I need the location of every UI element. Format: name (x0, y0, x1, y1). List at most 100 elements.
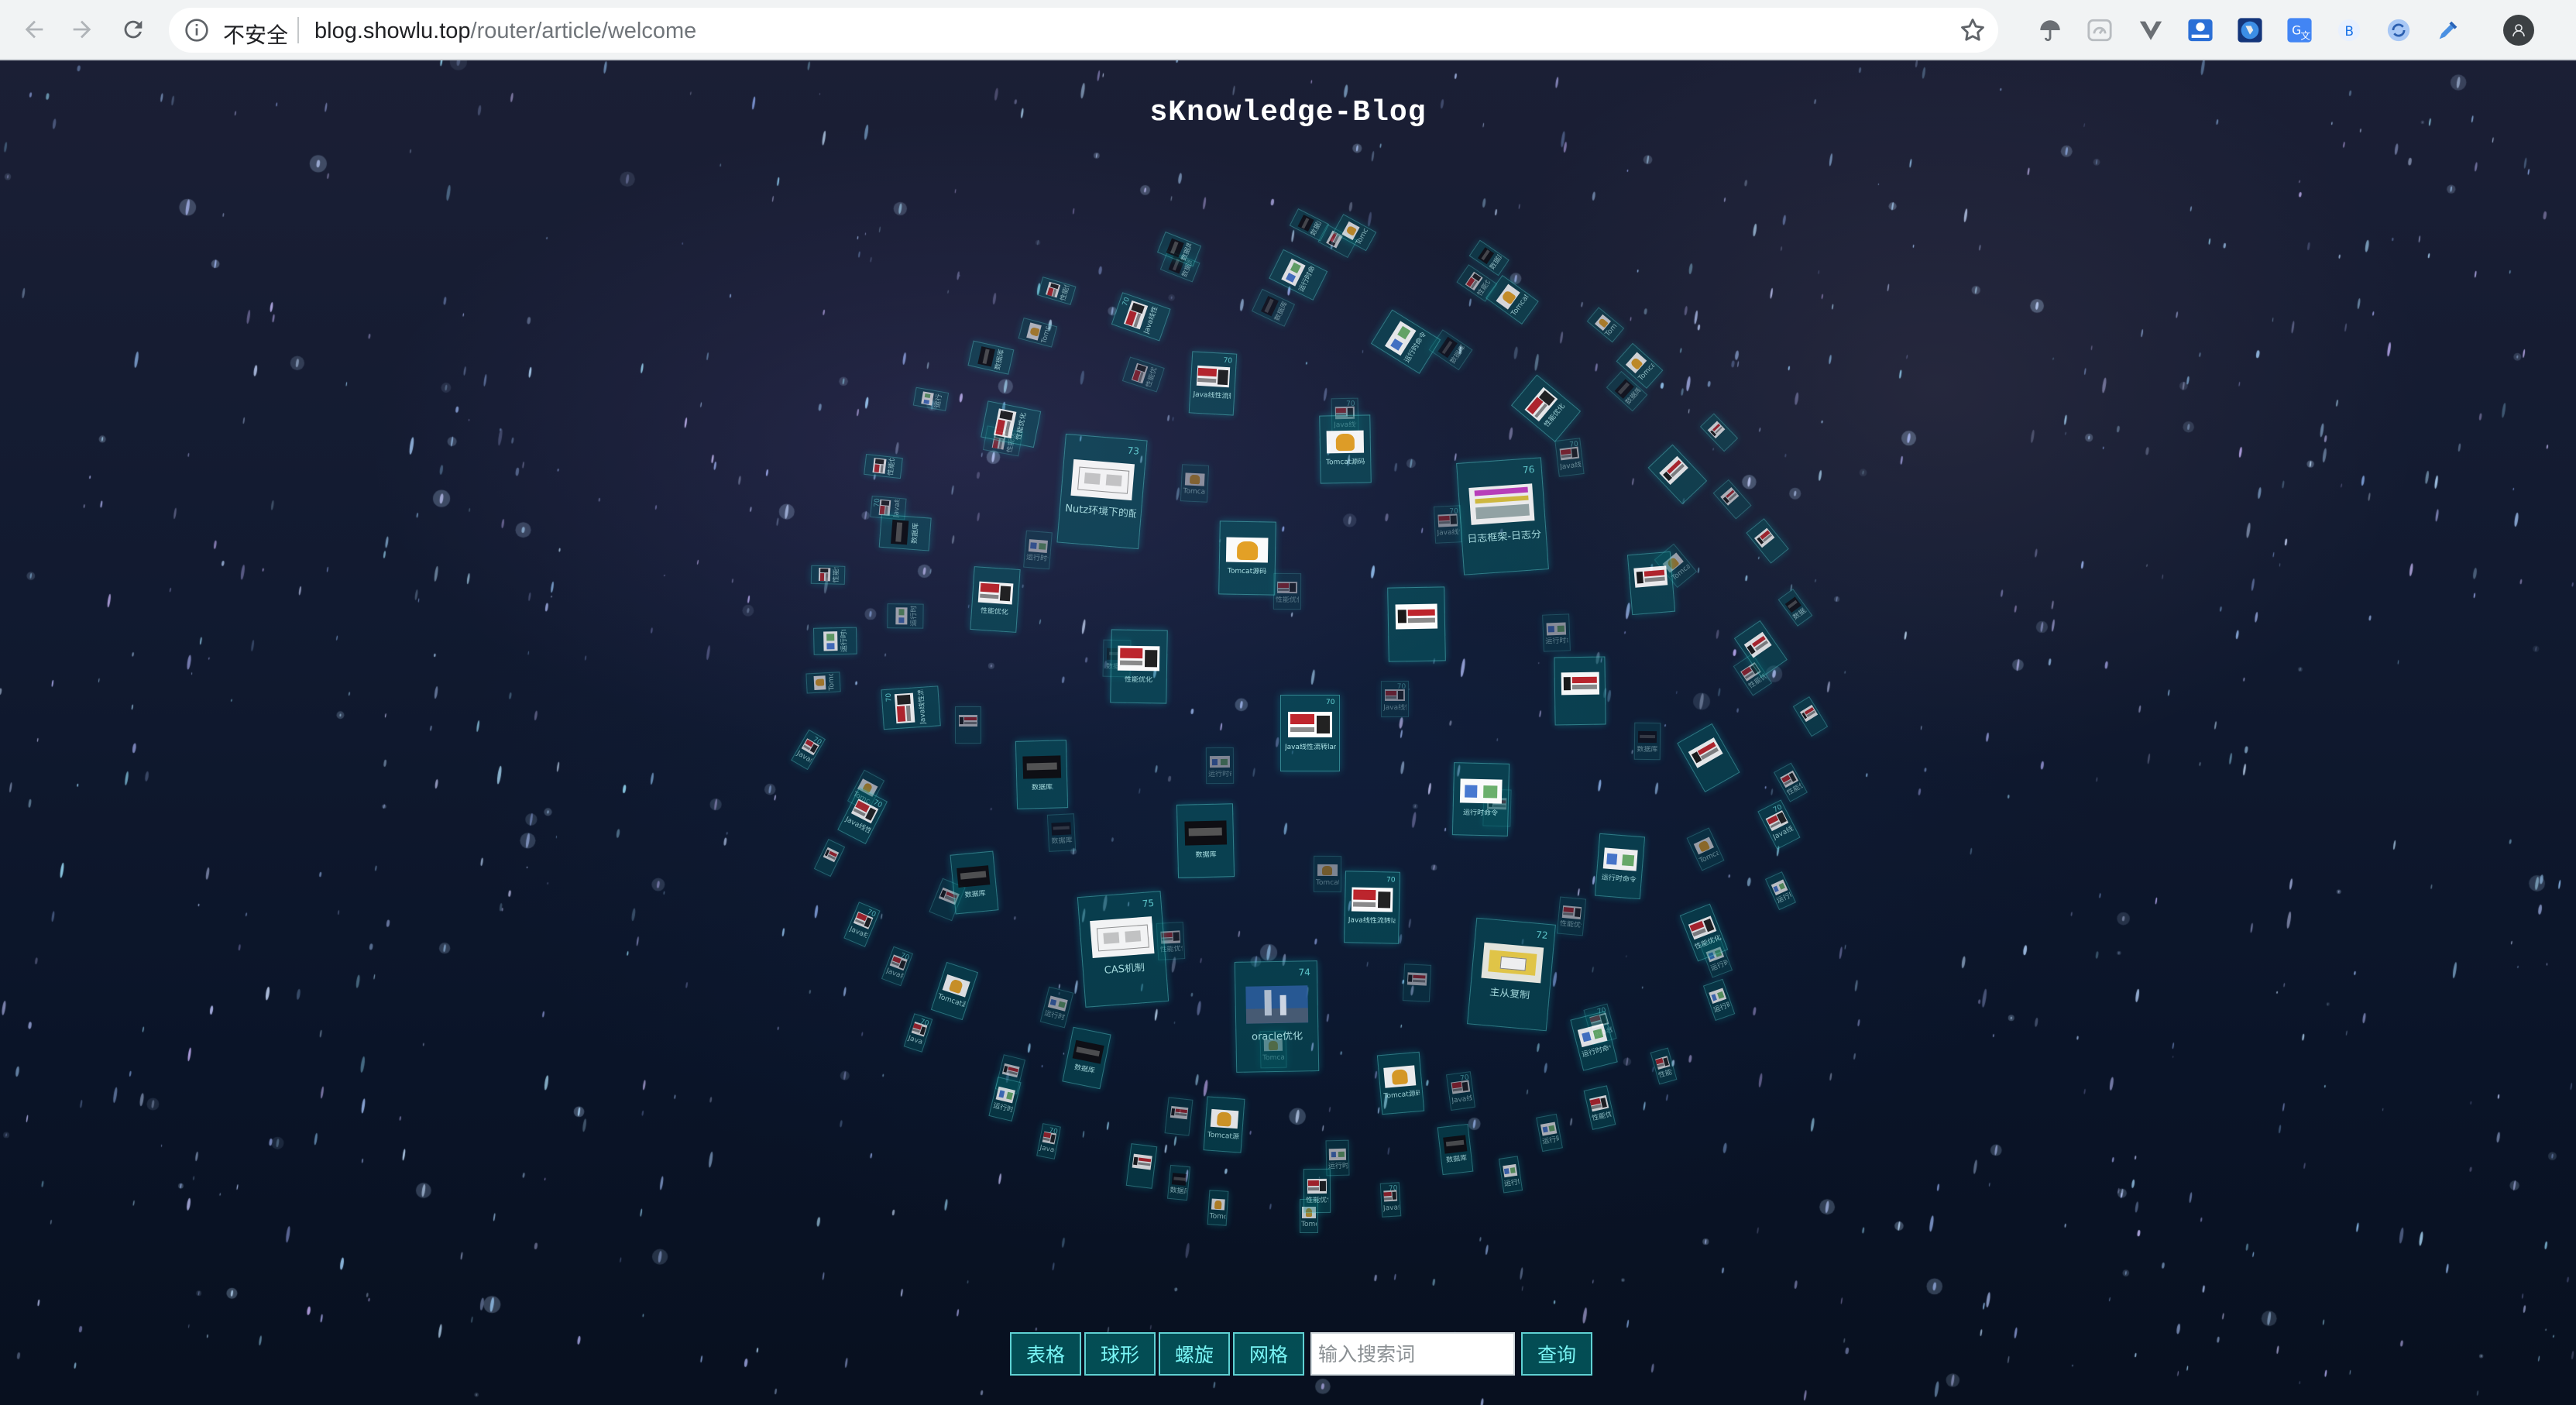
bookmark-star-icon[interactable] (1958, 15, 1987, 45)
article-card[interactable]: Tomcat源码 (931, 962, 979, 1020)
article-card[interactable]: 70Java线性流转lambda表达式 Stream (791, 729, 826, 771)
article-card[interactable]: 76 日志框架-日志分片 (1456, 457, 1550, 575)
article-card[interactable]: 70Java线性流转lambda表达式 Stream (1111, 291, 1171, 341)
info-icon[interactable] (184, 18, 209, 43)
article-card[interactable] (1402, 964, 1431, 1002)
article-card[interactable] (1712, 479, 1753, 520)
article-card[interactable]: 73 Nutz环境下的配置 (1056, 433, 1148, 549)
article-card[interactable] (813, 838, 845, 878)
article-card[interactable]: Tomcat源码 (1207, 1189, 1229, 1226)
url-text[interactable]: blog.showlu.top/router/article/welcome (314, 19, 696, 44)
article-card[interactable] (954, 706, 981, 744)
article-card[interactable]: 70Java线性流转lambda表达式 Stream (903, 1013, 933, 1053)
article-card[interactable]: 70Java线性流转lambda表达式 Stream (1434, 505, 1463, 544)
article-card[interactable]: 72 主从复制 (1466, 917, 1556, 1032)
article-card[interactable]: 性能优化 (1773, 762, 1808, 803)
article-card[interactable]: 运行时命令 (1499, 1156, 1523, 1194)
article-card[interactable]: 运行时命令 (1370, 308, 1441, 374)
article-card[interactable]: 70Java线性流转lambda表达式 Stream (1380, 1181, 1402, 1218)
article-card[interactable]: 性能优化 (1557, 896, 1587, 936)
article-card[interactable]: Tomcat源码 (1218, 520, 1276, 596)
article-card[interactable]: 数据库 (1429, 328, 1474, 370)
profile-button[interactable] (2503, 15, 2534, 46)
article-card[interactable]: 70Java线性流转lambda表达式 Stream (1036, 1122, 1061, 1159)
forward-button[interactable] (64, 11, 101, 48)
article-card[interactable]: 运行时命令 (1022, 530, 1053, 569)
article-card[interactable]: Tomcat源码 (1180, 463, 1210, 503)
article-card[interactable]: 数据库 (1633, 722, 1661, 760)
b-extension[interactable]: B (2336, 17, 2362, 43)
article-card[interactable]: 运行时命令 (988, 1077, 1022, 1122)
article-card[interactable] (1792, 696, 1829, 737)
eyedropper-extension[interactable] (2435, 17, 2461, 43)
article-card[interactable]: 数据库 (1167, 1164, 1191, 1201)
globe-extension[interactable] (2237, 17, 2263, 43)
address-bar[interactable]: 不安全 blog.showlu.top/router/article/welco… (169, 8, 1998, 53)
article-card[interactable]: Tomcat源码 (1376, 1051, 1425, 1115)
article-card[interactable]: 75 CAS机制 (1077, 891, 1169, 1008)
article-card[interactable]: 70Java线性流转lambda表达式 Stream (1280, 694, 1341, 771)
article-card[interactable]: 性能优化 (863, 453, 903, 479)
article-card[interactable] (1746, 518, 1789, 564)
article-card[interactable]: 70Java线性流转lambda表达式 Stream (1344, 871, 1401, 945)
article-card[interactable]: 70Java线性流转lambda表达式 Stream (843, 902, 881, 947)
article-card[interactable] (1700, 414, 1739, 452)
article-card[interactable]: 数据库 (1437, 1123, 1474, 1175)
article-card[interactable]: 性能优化 (1110, 629, 1168, 703)
speedometer-extension[interactable] (2087, 17, 2113, 43)
article-card[interactable]: 运行时命令 (1595, 833, 1646, 899)
article-card[interactable]: 性能优化 (1121, 356, 1165, 393)
article-card[interactable]: 70Java线性流转lambda表达式 Stream (836, 787, 888, 845)
article-card[interactable]: 运行时命令 (1039, 987, 1074, 1029)
article-card[interactable]: 数据库 (1252, 289, 1296, 327)
article-card[interactable]: 运行时命令 (1541, 613, 1571, 652)
article-card[interactable] (1554, 656, 1606, 726)
article-card[interactable]: Tomcat源码 (1686, 827, 1725, 871)
article-card[interactable]: 数据库 (878, 514, 932, 552)
article-card[interactable]: 70Java线性流转lambda表达式 Stream (880, 685, 941, 730)
article-card[interactable]: 数据库 (1176, 803, 1235, 879)
back-button[interactable] (15, 11, 53, 48)
umbrella-extension[interactable] (2037, 17, 2063, 43)
article-card[interactable]: 数据库 (1289, 208, 1329, 242)
article-card[interactable]: 数据库 (1062, 1026, 1112, 1089)
article-card[interactable]: 性能优化 (810, 564, 846, 585)
article-card[interactable] (1386, 586, 1446, 662)
article-card[interactable] (1626, 551, 1675, 615)
article-card[interactable]: Tomcat源码 (1203, 1095, 1245, 1153)
article-card[interactable]: Tomcat源码 (1313, 856, 1341, 893)
article-card[interactable]: 运行时命令 (1536, 1114, 1563, 1152)
article-card[interactable]: Tomcat源码 (1318, 414, 1372, 484)
article-card[interactable]: 运行时命令 (1206, 747, 1235, 785)
article-card[interactable]: 数据库 (1047, 813, 1077, 852)
article-card[interactable] (1647, 444, 1707, 505)
article-card[interactable]: 性能优化 (970, 566, 1021, 633)
reload-button[interactable] (115, 11, 152, 48)
article-card[interactable]: 性能优化 (1584, 1085, 1617, 1131)
article-card[interactable]: 运行时命令 (813, 627, 857, 655)
article-card[interactable]: 70Java线性流转lambda表达式 Stream (1188, 350, 1237, 415)
article-card[interactable]: 70Java线性流转lambda表达式 Stream (1445, 1071, 1475, 1111)
article-card[interactable]: 性能优化 (1511, 373, 1582, 442)
space-extension[interactable] (2187, 17, 2214, 43)
vue-devtools-extension[interactable] (2138, 17, 2164, 43)
article-card[interactable] (1164, 1096, 1193, 1135)
article-card[interactable]: 运行时命令 (913, 387, 950, 412)
article-card[interactable]: 运行时命令 (1703, 978, 1736, 1021)
article-card[interactable]: 70Java线性流转lambda表达式 Stream (1554, 438, 1585, 478)
article-card[interactable]: 数据库 (1015, 739, 1069, 809)
article-card[interactable]: 70Java线性流转lambda表达式 Stream (1757, 799, 1801, 850)
article-card[interactable]: 性能优化 (1650, 1047, 1678, 1085)
article-card[interactable]: 数据库 (1777, 589, 1812, 627)
sync-extension[interactable] (2385, 17, 2412, 43)
article-card[interactable]: 运行时命令 (1451, 762, 1510, 837)
article-card[interactable]: 性能优化 (1303, 1169, 1331, 1214)
query-button[interactable]: 查询 (1521, 1332, 1592, 1376)
article-card[interactable]: 数据库 (967, 341, 1015, 375)
article-card[interactable]: 性能优化 (1037, 277, 1077, 306)
article-card[interactable]: 运行时命令 (887, 603, 924, 629)
translate-extension[interactable]: G文 (2286, 17, 2313, 43)
article-card[interactable]: 74 oracle优化 (1234, 960, 1320, 1073)
helix-layout-button[interactable]: 螺旋 (1159, 1332, 1230, 1376)
article-card[interactable]: 70Java线性流转lambda表达式 Stream (881, 946, 913, 987)
